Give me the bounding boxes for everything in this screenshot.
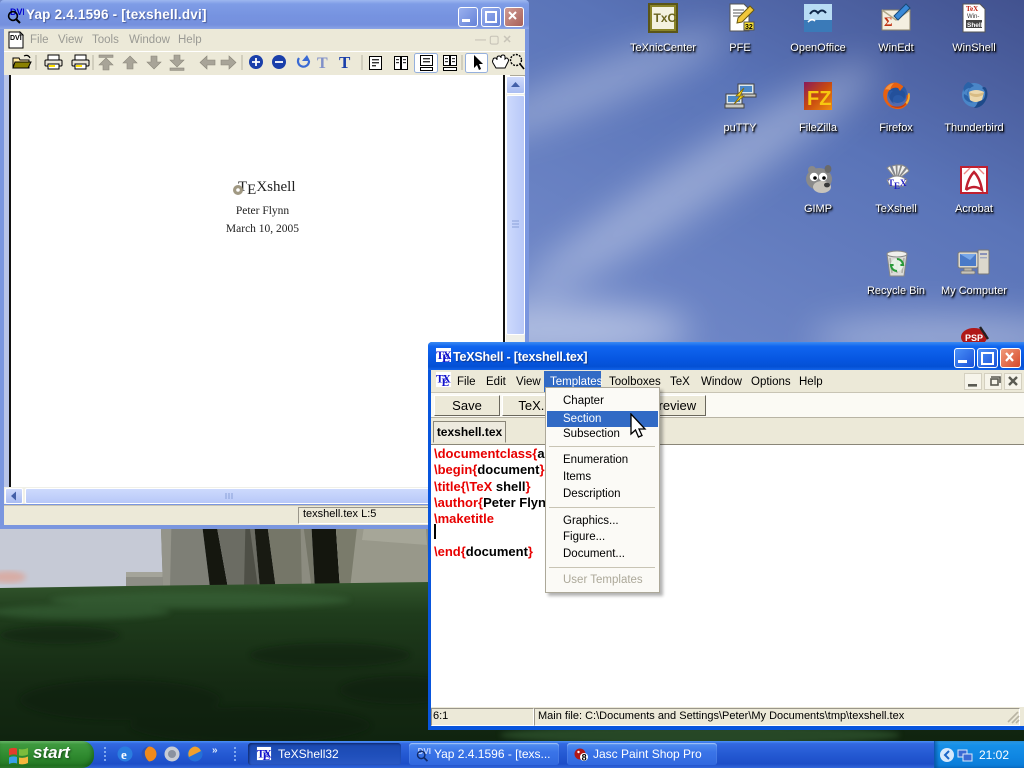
svg-text:T: T (339, 53, 351, 72)
svg-text:8: 8 (582, 753, 587, 763)
svg-text:32: 32 (745, 24, 753, 31)
svg-text:X: X (443, 348, 452, 362)
svg-text:X: X (900, 178, 907, 188)
svg-text:TeX: TeX (966, 5, 978, 13)
svg-text:FZ: FZ (807, 88, 831, 110)
svg-text:X: X (264, 748, 272, 760)
svg-text:e: e (121, 747, 127, 762)
svg-text:Shell: Shell (967, 22, 983, 29)
svg-text:Σ: Σ (884, 14, 893, 29)
svg-text:TxC: TxC (654, 11, 677, 25)
svg-text:DVI: DVI (10, 35, 22, 42)
svg-text:T: T (317, 55, 328, 72)
svg-text:Win-: Win- (967, 14, 979, 20)
svg-text:X: X (443, 373, 452, 385)
svg-text:»: » (212, 745, 218, 756)
